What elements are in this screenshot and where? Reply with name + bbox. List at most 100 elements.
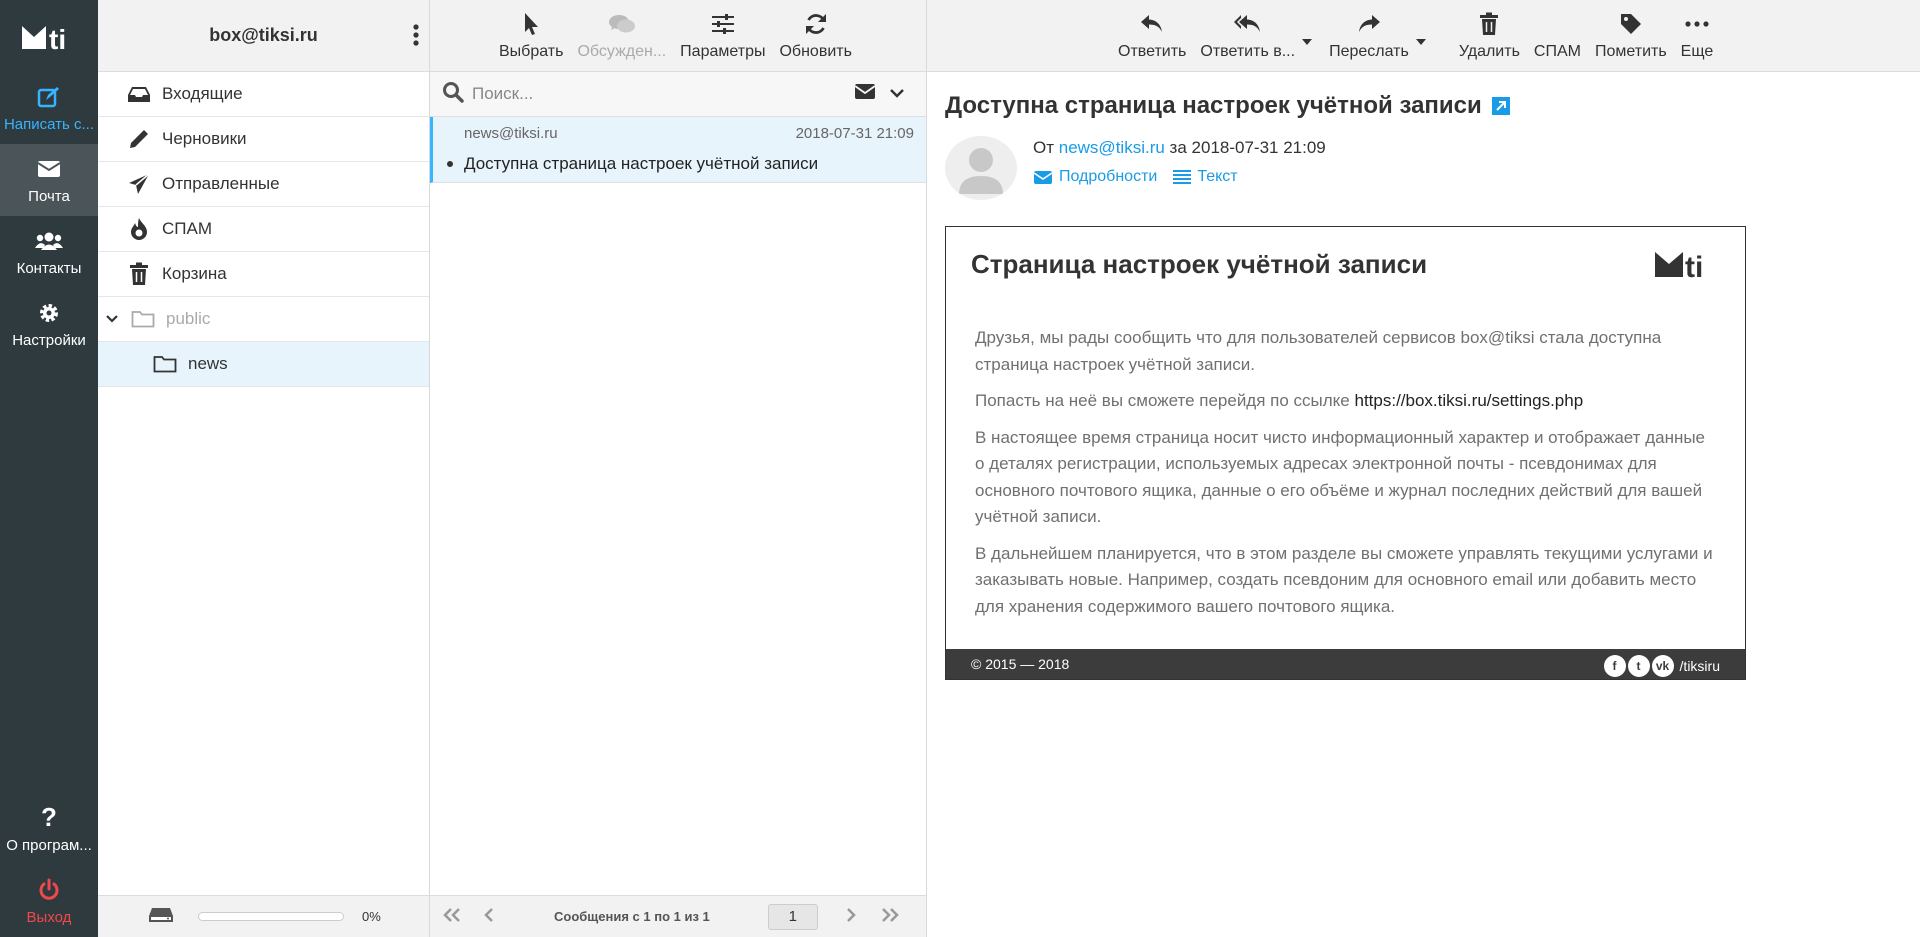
more-vertical-icon[interactable] — [413, 24, 419, 51]
caret-down-icon[interactable] — [1415, 32, 1426, 50]
folder-trash[interactable]: Корзина — [98, 252, 429, 297]
email-paragraph: В дальнейшем планируется, что в этом раз… — [975, 543, 1713, 616]
pager-summary: Сообщения с 1 по 1 из 1 — [554, 909, 710, 924]
message-links: Подробности Текст — [1033, 168, 1254, 186]
svg-text:ti: ti — [49, 24, 66, 54]
options-label: Параметры — [680, 43, 766, 60]
cursor-icon — [523, 9, 539, 39]
list-toolbar: Выбрать Обсужден... Параметры Обновить — [430, 0, 926, 72]
search-input[interactable] — [472, 84, 852, 104]
spam-button[interactable]: СПАМ — [1527, 9, 1588, 61]
message-list-pane: Выбрать Обсужден... Параметры Обновить П… — [430, 0, 927, 937]
vk-icon[interactable]: vk — [1651, 655, 1674, 677]
email-paragraph: Друзья, мы рады сообщить что для пользов… — [975, 328, 1662, 374]
pencil-icon — [126, 127, 152, 151]
select-button[interactable]: Выбрать — [492, 9, 570, 61]
folder-trash-label: Корзина — [162, 264, 227, 283]
settings-url-link[interactable]: https://box.tiksi.ru/settings.php — [1355, 391, 1584, 410]
envelope-icon[interactable] — [854, 83, 876, 105]
folder-public[interactable]: public — [98, 297, 429, 342]
folder-icon — [130, 307, 156, 331]
folder-sent[interactable]: Отправленные — [98, 162, 429, 207]
social-handle: /tiksiru — [1679, 658, 1720, 674]
page-number-input[interactable] — [767, 903, 818, 930]
nav-settings[interactable]: Настройки — [0, 288, 98, 360]
message-date: 2018-07-31 21:09 — [795, 125, 914, 142]
nav-contacts[interactable]: Контакты — [0, 216, 98, 288]
chevron-down-icon[interactable] — [890, 85, 904, 103]
options-button[interactable]: Параметры — [673, 9, 772, 61]
delete-button[interactable]: Удалить — [1452, 9, 1527, 61]
nav-mail-label: Почта — [28, 187, 70, 205]
folder-inbox[interactable]: Входящие — [98, 72, 429, 117]
last-page-icon[interactable] — [880, 906, 900, 927]
refresh-label: Обновить — [779, 43, 852, 60]
from-line: От news@tiksi.ru за 2018-07-31 21:09 — [1033, 138, 1326, 158]
message-title: Доступна страница настроек учётной запис… — [945, 92, 1510, 120]
folder-news[interactable]: news — [98, 342, 429, 387]
email-title: Страница настроек учётной записи — [971, 249, 1428, 279]
email-footer: © 2015 — 2018 f t vk /tiksiru — [946, 649, 1745, 679]
first-page-icon[interactable] — [442, 906, 462, 927]
nav-mail[interactable]: Почта — [0, 144, 98, 216]
account-email: box@tiksi.ru — [209, 25, 318, 45]
plain-text-link[interactable]: Текст — [1173, 168, 1238, 186]
details-link[interactable]: Подробности — [1033, 168, 1157, 186]
chevron-down-icon[interactable] — [106, 315, 122, 323]
email-body: Страница настроек учётной записи ti Друз… — [945, 226, 1746, 680]
threads-button[interactable]: Обсужден... — [570, 9, 673, 61]
app-logo[interactable]: ti — [0, 0, 98, 72]
folder-news-label: news — [188, 354, 228, 373]
mark-label: Пометить — [1594, 43, 1667, 60]
text-lines-icon — [1173, 169, 1192, 185]
nav-compose-label: Написать с... — [3, 115, 95, 133]
message-row[interactable]: news@tiksi.ru 2018-07-31 21:09 Доступна … — [430, 117, 926, 183]
help-icon: ? — [41, 802, 57, 832]
nav-compose[interactable]: Написать с... — [0, 72, 98, 144]
reply-all-button[interactable]: Ответить в... — [1193, 9, 1302, 61]
from-prefix: От — [1033, 138, 1055, 157]
email-paragraph: Попасть на неё вы сможете перейдя по ссы… — [975, 388, 1715, 415]
search-icon[interactable] — [442, 81, 464, 108]
next-page-icon[interactable] — [846, 906, 856, 927]
folder-public-label: public — [166, 309, 211, 328]
viewer-toolbar: Ответить Ответить в... Переслать Удалить — [927, 0, 1920, 72]
sender-email-link[interactable]: news@tiksi.ru — [1059, 138, 1165, 157]
nav-settings-label: Настройки — [12, 331, 86, 349]
open-external-icon[interactable] — [1491, 97, 1510, 115]
email-text: Друзья, мы рады сообщить что для пользов… — [975, 325, 1715, 630]
nav-about[interactable]: ? О програм... — [0, 793, 98, 865]
message-from: news@tiksi.ru — [464, 125, 558, 142]
nav-contacts-label: Контакты — [16, 259, 82, 277]
folder-drafts[interactable]: Черновики — [98, 117, 429, 162]
storage-icon — [148, 907, 174, 926]
reply-button[interactable]: Ответить — [1111, 9, 1193, 61]
fire-icon — [126, 217, 152, 241]
folder-icon — [152, 352, 178, 376]
quota-bar: 0% — [98, 895, 429, 937]
refresh-button[interactable]: Обновить — [772, 9, 858, 61]
mark-button[interactable]: Пометить — [1588, 9, 1674, 61]
forward-label: Переслать — [1329, 43, 1409, 60]
tag-icon — [1620, 9, 1642, 39]
forward-button[interactable]: Переслать — [1322, 9, 1416, 61]
nav-logout[interactable]: Выход — [0, 865, 98, 937]
select-label: Выбрать — [499, 43, 564, 60]
threads-label: Обсужден... — [577, 43, 667, 60]
caret-down-icon[interactable] — [1302, 32, 1313, 50]
search-bar — [430, 72, 926, 117]
prev-page-icon[interactable] — [484, 906, 494, 927]
facebook-icon[interactable]: f — [1603, 655, 1626, 677]
folder-spam[interactable]: СПАМ — [98, 207, 429, 252]
more-button[interactable]: Еще — [1674, 9, 1721, 61]
power-icon — [37, 877, 61, 903]
reply-all-label: Ответить в... — [1200, 43, 1296, 60]
compose-icon — [37, 84, 61, 110]
contacts-icon — [35, 228, 63, 254]
twitter-icon[interactable]: t — [1627, 655, 1650, 677]
gear-icon — [37, 300, 61, 326]
message-viewer: Ответить Ответить в... Переслать Удалить — [927, 0, 1920, 937]
reply-icon — [1140, 9, 1164, 39]
pager: Сообщения с 1 по 1 из 1 — [430, 895, 926, 937]
footer-copyright: © 2015 — 2018 — [971, 656, 1070, 672]
